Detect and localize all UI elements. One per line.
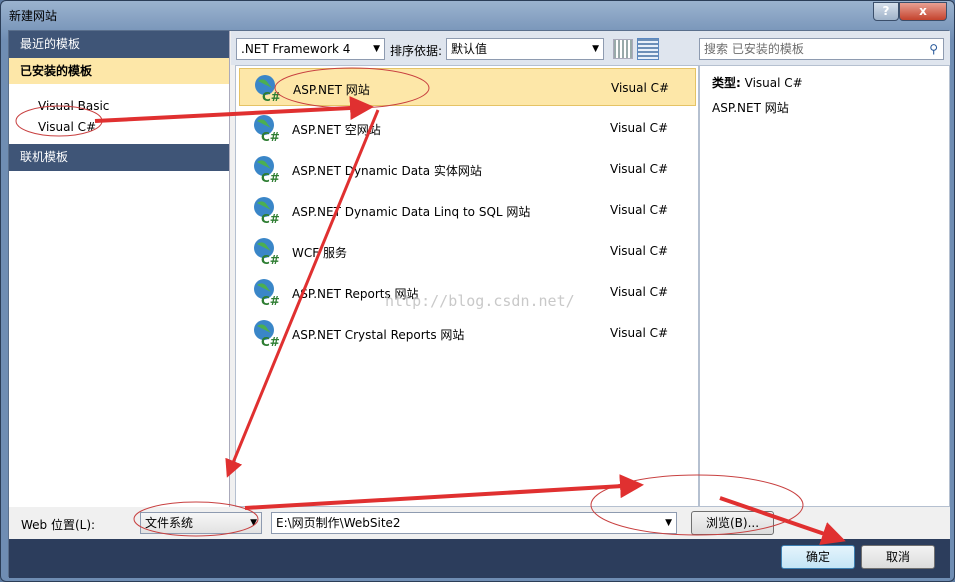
sort-value: 默认值 bbox=[451, 42, 488, 56]
template-language: Visual C# bbox=[611, 81, 670, 95]
ok-button[interactable]: 确定 bbox=[781, 545, 855, 569]
cancel-button[interactable]: 取消 bbox=[861, 545, 935, 569]
template-name: ASP.NET Dynamic Data Linq to SQL 网站 bbox=[292, 205, 531, 219]
template-icon: C# bbox=[249, 277, 280, 308]
template-row[interactable]: C# ASP.NET Dynamic Data Linq to SQL 网站 Vis… bbox=[239, 191, 696, 229]
svg-text:C#: C# bbox=[261, 294, 279, 307]
template-language: Visual C# bbox=[610, 162, 669, 176]
framework-value: .NET Framework 4 bbox=[241, 42, 351, 56]
close-button[interactable]: x bbox=[899, 2, 947, 21]
dialog-window: 新建网站 ? x 最近的模板 已安装的模板 Visual Basic Visua… bbox=[0, 0, 955, 582]
template-row[interactable]: C# ASP.NET Crystal Reports 网站 Visual C# bbox=[239, 314, 696, 352]
small-icons-view-icon[interactable] bbox=[613, 39, 633, 59]
sidebar-item-visual-csharp[interactable]: Visual C# bbox=[9, 117, 229, 138]
template-name: ASP.NET Crystal Reports 网站 bbox=[292, 328, 465, 342]
toolbar: .NET Framework 4 ▼ 排序依据: 默认值 ▼ 搜索 已安装的模板 ⚲ bbox=[231, 31, 950, 65]
template-language: Visual C# bbox=[610, 121, 669, 135]
location-type-select[interactable]: 文件系统 ▼ bbox=[140, 512, 262, 534]
template-icon: C# bbox=[249, 318, 280, 349]
svg-text:C#: C# bbox=[261, 212, 279, 225]
template-list: C# ASP.NET 网站 Visual C# C# ASP.NET 空网站 Visual… bbox=[235, 65, 699, 507]
template-name: ASP.NET 空网站 bbox=[292, 123, 381, 137]
template-sidebar: 最近的模板 已安装的模板 Visual Basic Visual C# 联机模板 bbox=[9, 31, 230, 507]
template-row[interactable]: C# ASP.NET 空网站 Visual C# bbox=[239, 109, 696, 147]
template-name: WCF 服务 bbox=[292, 246, 347, 260]
sidebar-item-visual-basic[interactable]: Visual Basic bbox=[9, 96, 229, 117]
browse-button[interactable]: 浏览(B)... bbox=[691, 511, 774, 535]
template-name: ASP.NET 网站 bbox=[293, 83, 370, 97]
search-input[interactable]: 搜索 已安装的模板 ⚲ bbox=[699, 38, 944, 60]
template-language: Visual C# bbox=[610, 326, 669, 340]
search-placeholder: 搜索 已安装的模板 bbox=[704, 42, 804, 56]
sort-label: 排序依据: bbox=[390, 44, 443, 58]
template-icon: C# bbox=[249, 154, 280, 185]
dialog-footer: 确定 取消 bbox=[9, 539, 950, 578]
framework-select[interactable]: .NET Framework 4 ▼ bbox=[236, 38, 385, 60]
template-icon: C# bbox=[249, 236, 280, 267]
template-language: Visual C# bbox=[610, 285, 669, 299]
template-row[interactable]: C# ASP.NET 网站 Visual C# bbox=[239, 68, 696, 106]
location-path-value: E:\网页制作\WebSite2 bbox=[276, 516, 401, 530]
sidebar-online-templates[interactable]: 联机模板 bbox=[9, 144, 229, 171]
web-location-label: Web 位置(L): bbox=[21, 518, 96, 532]
sort-select[interactable]: 默认值 ▼ bbox=[446, 38, 604, 60]
type-value: Visual C# bbox=[744, 76, 803, 90]
template-language: Visual C# bbox=[610, 203, 669, 217]
details-panel: 类型: Visual C# ASP.NET 网站 bbox=[699, 65, 950, 507]
template-language: Visual C# bbox=[610, 244, 669, 258]
svg-text:C#: C# bbox=[262, 90, 280, 103]
svg-text:C#: C# bbox=[261, 253, 279, 266]
location-type-value: 文件系统 bbox=[145, 516, 194, 530]
search-icon: ⚲ bbox=[929, 42, 938, 56]
template-icon: C# bbox=[249, 195, 280, 226]
template-row[interactable]: C# WCF 服务 Visual C# bbox=[239, 232, 696, 270]
svg-text:C#: C# bbox=[261, 171, 279, 184]
template-name: ASP.NET Dynamic Data 实体网站 bbox=[292, 164, 482, 178]
chevron-down-icon: ▼ bbox=[665, 518, 672, 528]
sidebar-installed-templates[interactable]: 已安装的模板 bbox=[9, 58, 229, 84]
template-description: ASP.NET 网站 bbox=[712, 101, 789, 115]
template-icon: C# bbox=[249, 113, 280, 144]
template-icon: C# bbox=[250, 73, 281, 104]
chevron-down-icon: ▼ bbox=[373, 44, 380, 54]
list-view-icon[interactable] bbox=[637, 38, 659, 60]
chevron-down-icon: ▼ bbox=[592, 44, 599, 54]
type-label: 类型: bbox=[712, 76, 741, 90]
svg-text:C#: C# bbox=[261, 335, 279, 348]
location-bar: Web 位置(L): 文件系统 ▼ E:\网页制作\WebSite2 ▼ 浏览(B)… bbox=[9, 507, 950, 539]
svg-text:C#: C# bbox=[261, 130, 279, 143]
chevron-down-icon: ▼ bbox=[250, 518, 257, 528]
watermark: http://blog.csdn.net/ bbox=[385, 292, 575, 310]
location-path-input[interactable]: E:\网页制作\WebSite2 ▼ bbox=[271, 512, 677, 534]
help-button[interactable]: ? bbox=[873, 2, 899, 21]
window-title: 新建网站 bbox=[9, 9, 58, 23]
template-row[interactable]: C# ASP.NET Dynamic Data 实体网站 Visual C# bbox=[239, 150, 696, 188]
sidebar-recent-templates[interactable]: 最近的模板 bbox=[9, 31, 229, 58]
